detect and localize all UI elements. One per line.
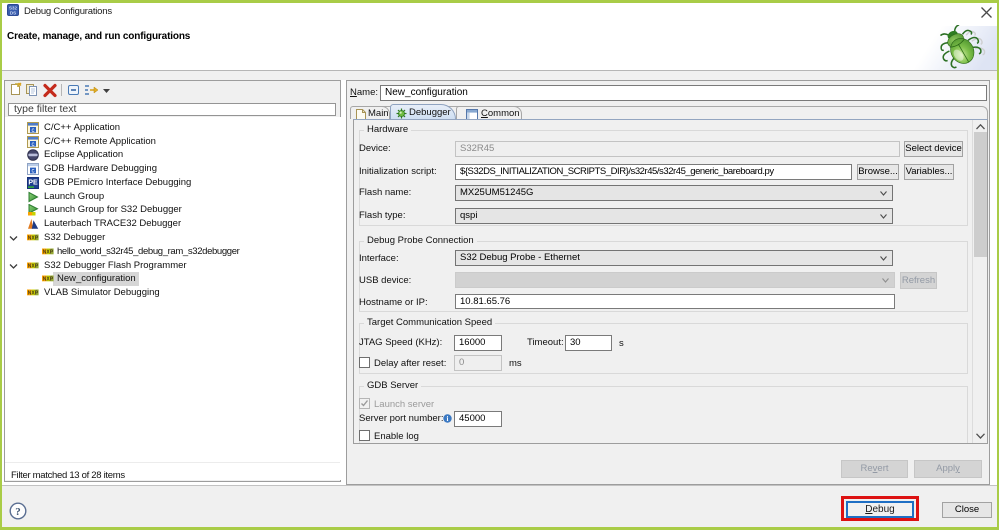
svg-text:NXP: NXP: [28, 236, 39, 242]
svg-text:NXP: NXP: [43, 277, 54, 283]
svg-text:DS: DS: [10, 11, 16, 16]
svg-text:?: ?: [15, 506, 21, 518]
svg-text:NXP: NXP: [28, 291, 39, 297]
svg-text:c: c: [32, 142, 35, 148]
svg-text:NXP: NXP: [28, 264, 39, 270]
svg-text:NXP: NXP: [43, 250, 54, 256]
svg-text:c: c: [32, 169, 35, 175]
svg-text:c: c: [32, 128, 35, 134]
svg-text:i: i: [447, 415, 449, 423]
svg-text:PE: PE: [28, 180, 38, 187]
